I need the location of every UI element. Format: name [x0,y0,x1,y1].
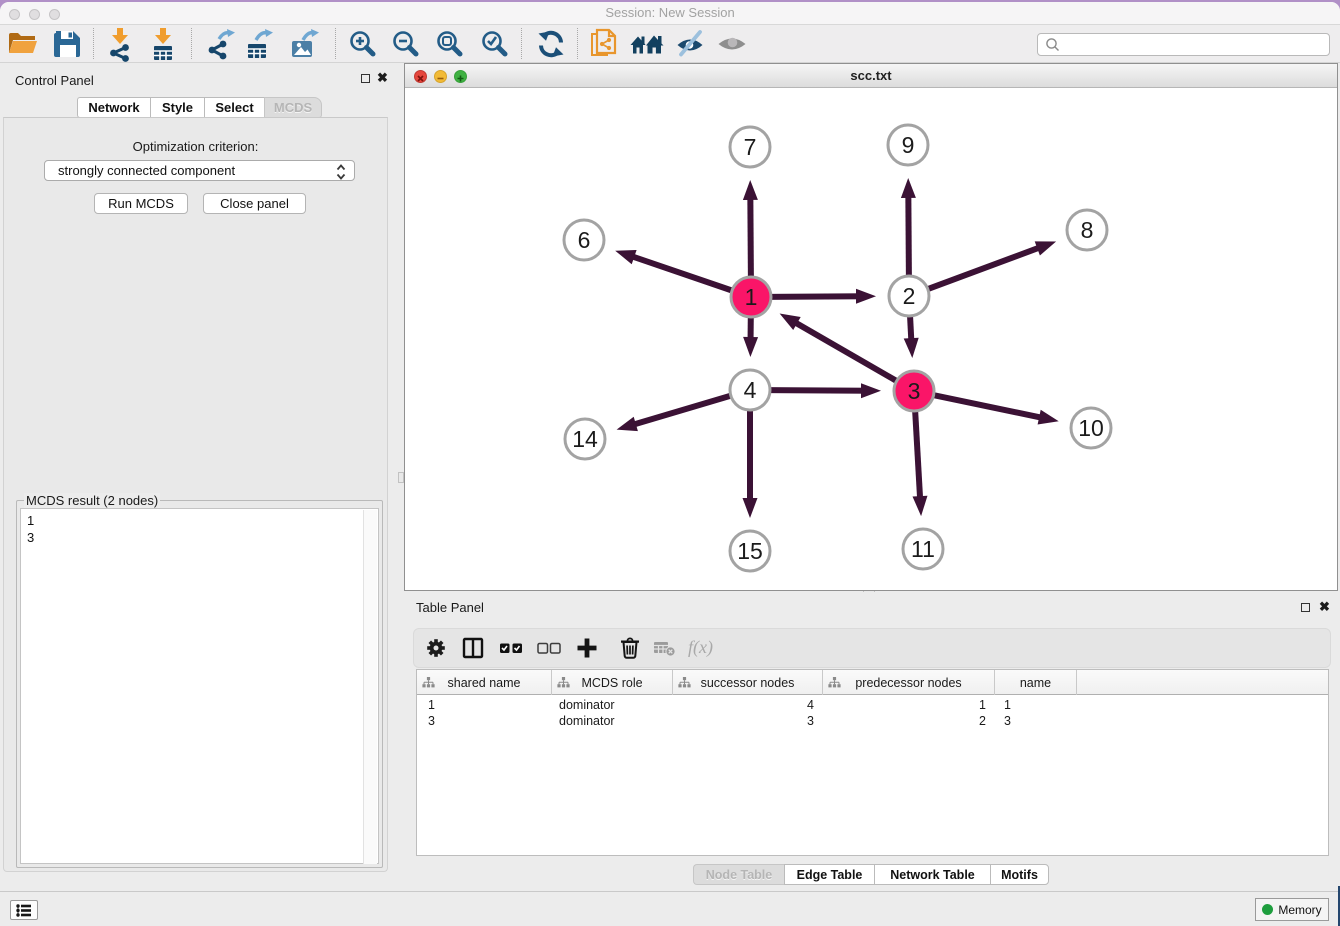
svg-text:1: 1 [745,284,758,310]
svg-text:15: 15 [737,538,763,564]
svg-text:8: 8 [1081,217,1094,243]
svg-text:4: 4 [744,377,757,403]
svg-text:14: 14 [572,426,598,452]
svg-text:6: 6 [578,227,591,253]
svg-text:11: 11 [911,536,935,562]
svg-text:2: 2 [903,283,916,309]
svg-text:9: 9 [902,132,915,158]
svg-text:10: 10 [1078,415,1104,441]
svg-text:7: 7 [744,134,757,160]
svg-text:3: 3 [908,378,921,404]
